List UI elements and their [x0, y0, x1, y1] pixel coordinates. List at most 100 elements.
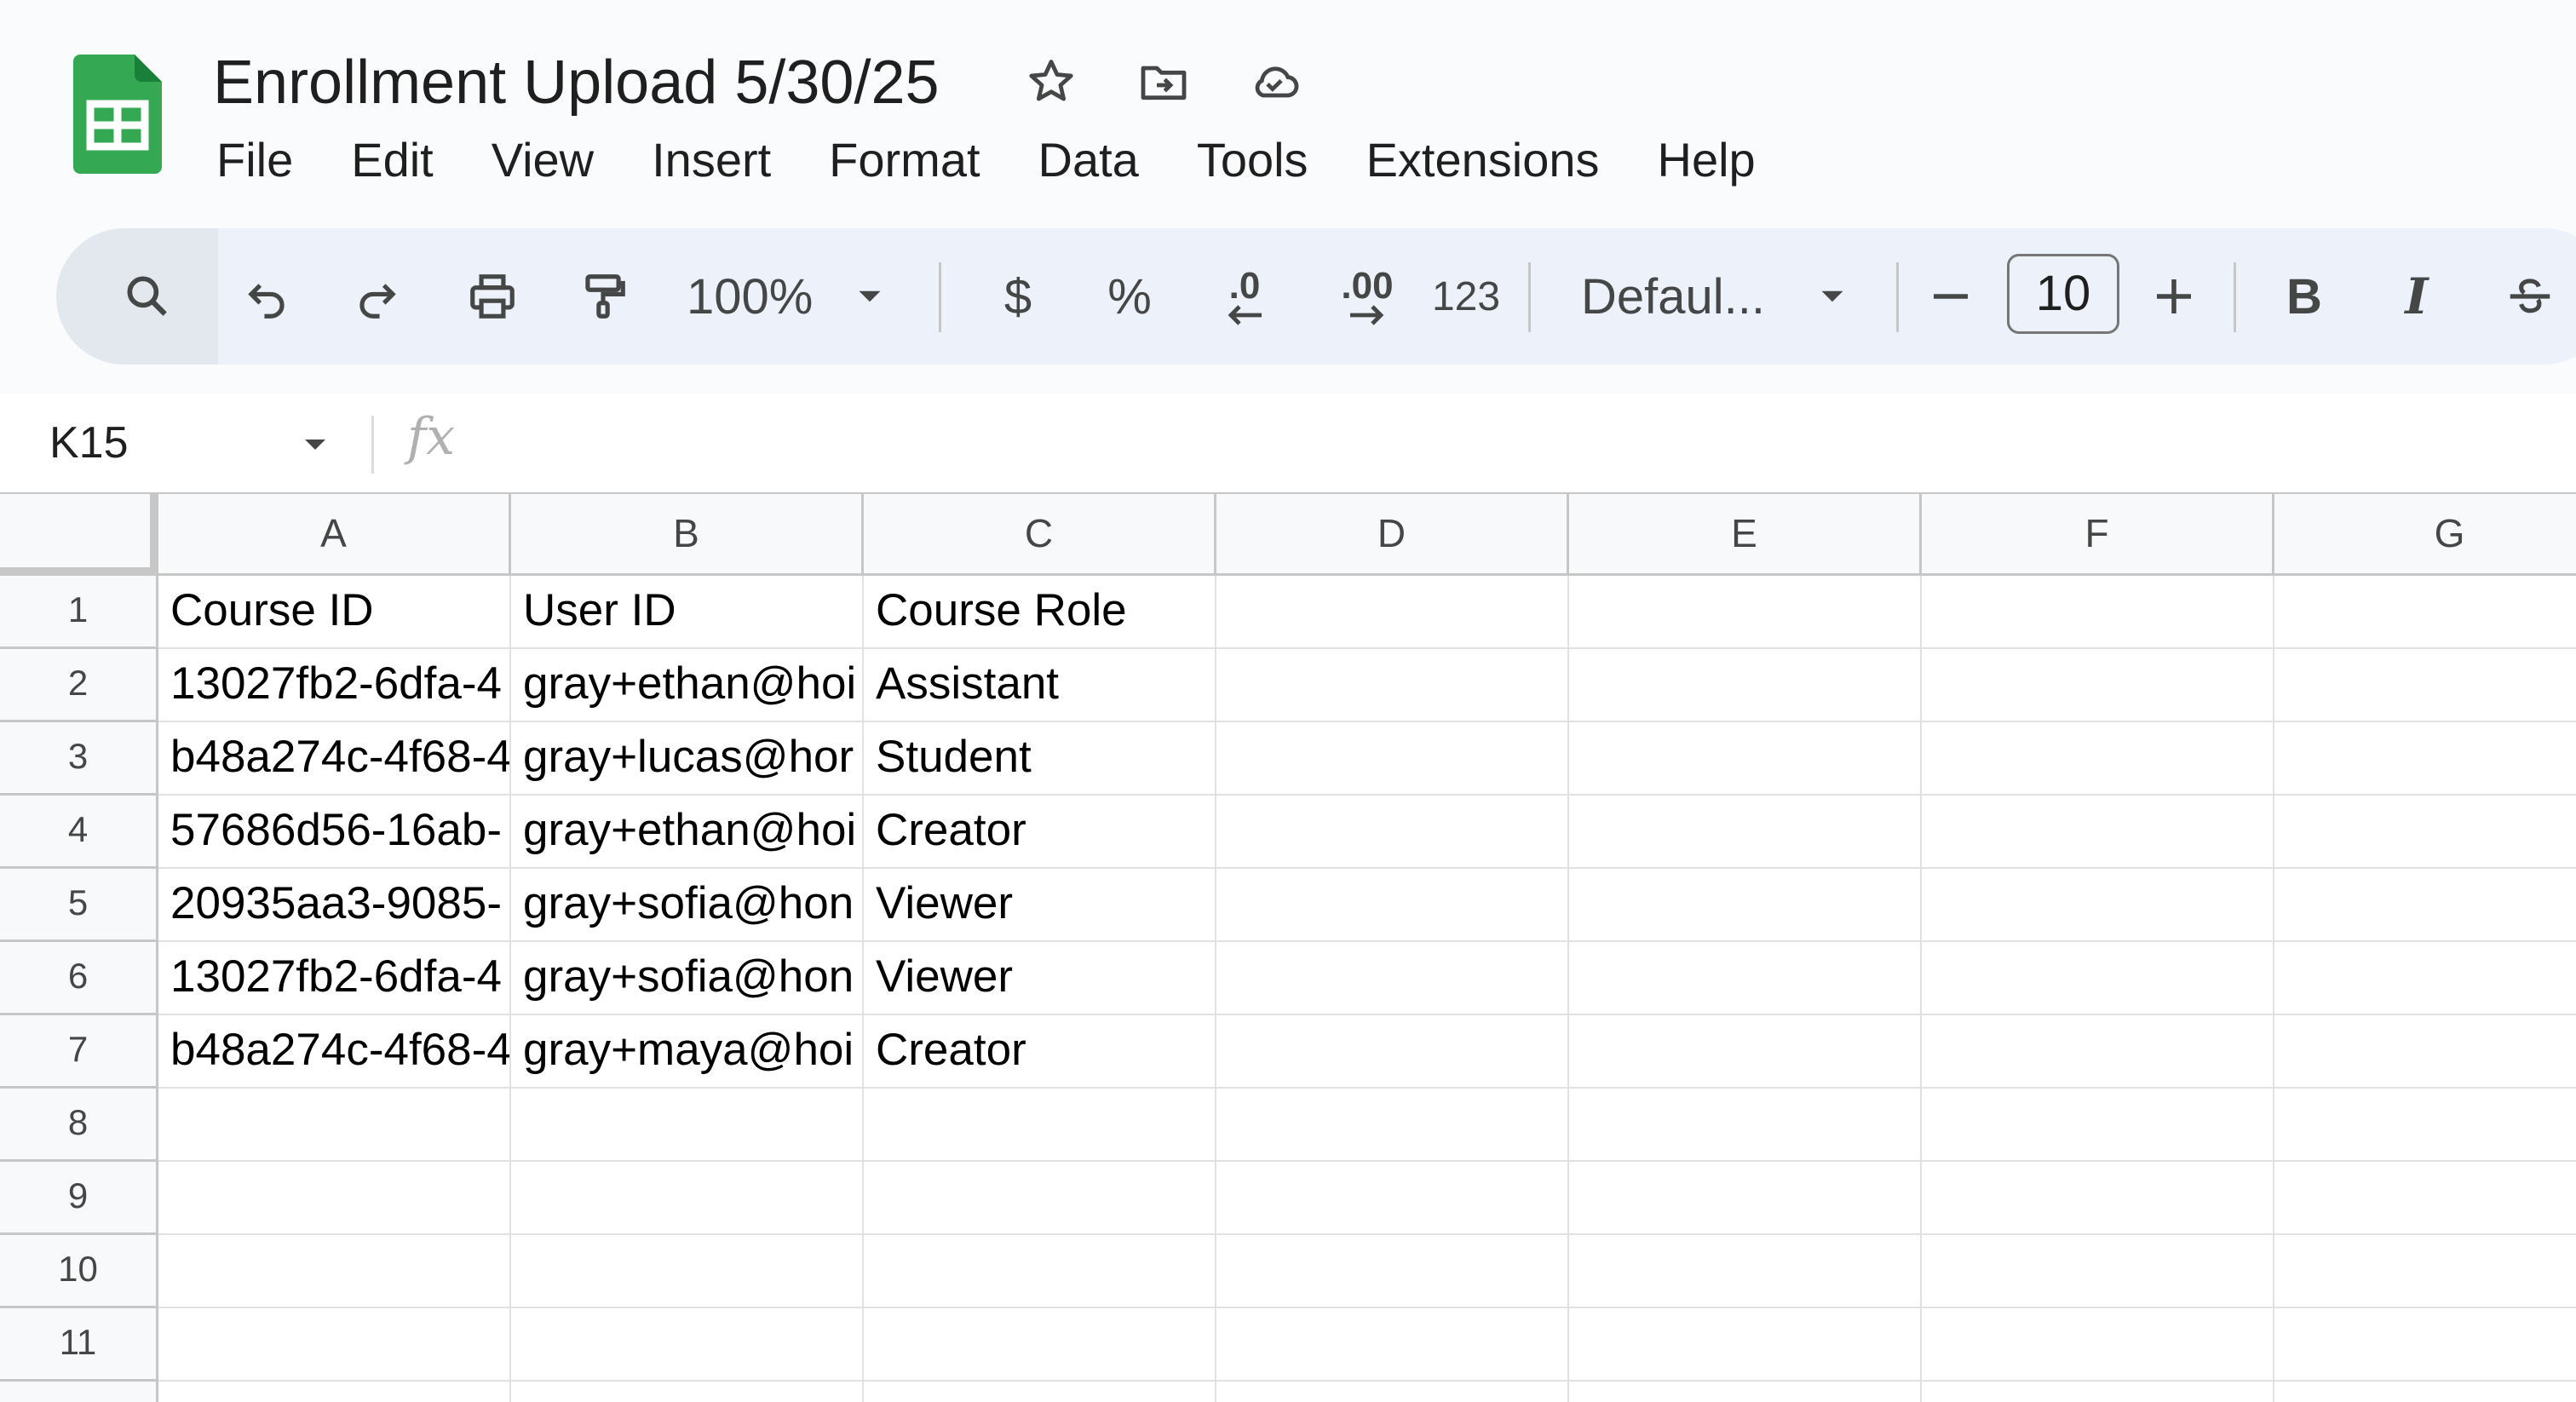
cell[interactable] — [1922, 942, 2274, 1015]
cell[interactable] — [511, 1089, 864, 1162]
cell[interactable] — [1569, 649, 1922, 722]
cell[interactable] — [1569, 1162, 1922, 1235]
cell[interactable] — [2274, 796, 2576, 869]
font-family-select[interactable]: Defaul... — [1581, 262, 1811, 330]
column-header-d[interactable]: D — [1216, 494, 1569, 576]
cell[interactable] — [158, 1308, 511, 1382]
cell[interactable] — [2274, 649, 2576, 722]
cell[interactable] — [864, 1089, 1216, 1162]
cell[interactable] — [158, 1382, 511, 1402]
cell[interactable] — [1216, 576, 1569, 649]
cell[interactable] — [1216, 649, 1569, 722]
redo-icon[interactable] — [348, 262, 407, 330]
decrease-font-size-icon[interactable] — [1925, 262, 1976, 330]
cell[interactable] — [1922, 1235, 2274, 1308]
row-header[interactable]: 9 — [0, 1162, 158, 1235]
cell[interactable] — [2274, 942, 2576, 1015]
italic-button[interactable]: I — [2387, 262, 2447, 330]
star-icon[interactable] — [1021, 51, 1082, 112]
cell[interactable] — [864, 1382, 1216, 1402]
move-folder-icon[interactable] — [1133, 51, 1194, 112]
menu-edit[interactable]: Edit — [351, 128, 434, 192]
format-percent-button[interactable]: % — [1095, 262, 1164, 330]
row-header[interactable]: 10 — [0, 1235, 158, 1308]
cell[interactable] — [1569, 1382, 1922, 1402]
select-all-corner[interactable] — [0, 494, 158, 576]
cell[interactable] — [2274, 1235, 2576, 1308]
cell[interactable] — [158, 1162, 511, 1235]
column-header-b[interactable]: B — [511, 494, 864, 576]
menu-insert[interactable]: Insert — [652, 128, 771, 192]
cell[interactable]: gray+sofia@hon — [511, 942, 864, 1015]
cell[interactable]: gray+maya@hoi — [511, 1015, 864, 1089]
cell[interactable]: gray+ethan@hoi — [511, 796, 864, 869]
cell[interactable] — [1569, 942, 1922, 1015]
menu-file[interactable]: File — [216, 128, 293, 192]
cell[interactable] — [1216, 796, 1569, 869]
cell[interactable] — [1922, 796, 2274, 869]
cell[interactable]: 20935aa3-9085- — [158, 869, 511, 942]
cell[interactable]: Course ID — [158, 576, 511, 649]
cell[interactable] — [1216, 869, 1569, 942]
row-header[interactable]: 5 — [0, 869, 158, 942]
menu-tools[interactable]: Tools — [1197, 128, 1308, 192]
row-header[interactable]: 1 — [0, 576, 158, 649]
cell[interactable] — [1569, 1089, 1922, 1162]
cell[interactable]: 13027fb2-6dfa-4 — [158, 649, 511, 722]
menu-help[interactable]: Help — [1658, 128, 1756, 192]
spreadsheet-grid[interactable]: A B C D E F G 1 Course ID User ID Course Role 2 1302… — [0, 494, 2576, 1402]
cell[interactable] — [1922, 1015, 2274, 1089]
print-icon[interactable] — [460, 262, 525, 330]
cell[interactable] — [2274, 1089, 2576, 1162]
cell[interactable] — [2274, 1382, 2576, 1402]
cell[interactable] — [511, 1382, 864, 1402]
zoom-dropdown-icon[interactable] — [848, 262, 891, 330]
row-header[interactable] — [0, 1382, 158, 1402]
row-header[interactable]: 8 — [0, 1089, 158, 1162]
cell[interactable] — [1922, 649, 2274, 722]
cell[interactable] — [1216, 1308, 1569, 1382]
cell[interactable] — [511, 1162, 864, 1235]
cell[interactable] — [158, 1235, 511, 1308]
font-dropdown-icon[interactable] — [1811, 262, 1854, 330]
row-header[interactable]: 11 — [0, 1308, 158, 1382]
cell[interactable]: gray+lucas@hor — [511, 722, 864, 796]
cell[interactable] — [2274, 869, 2576, 942]
cell[interactable]: b48a274c-4f68-4 — [158, 722, 511, 796]
column-header-a[interactable]: A — [158, 494, 511, 576]
decrease-decimal-button[interactable]: .0 — [1198, 262, 1291, 330]
row-header[interactable]: 4 — [0, 796, 158, 869]
cell[interactable] — [2274, 1015, 2576, 1089]
cell[interactable]: Student — [864, 722, 1216, 796]
cell[interactable]: Creator — [864, 796, 1216, 869]
row-header[interactable]: 7 — [0, 1015, 158, 1089]
cell[interactable]: b48a274c-4f68-4 — [158, 1015, 511, 1089]
cell[interactable] — [1922, 1162, 2274, 1235]
cloud-saved-icon[interactable] — [1244, 51, 1305, 112]
cell[interactable] — [864, 1162, 1216, 1235]
cell[interactable] — [864, 1235, 1216, 1308]
more-formats-button[interactable]: 123 — [1419, 262, 1513, 330]
menu-extensions[interactable]: Extensions — [1366, 128, 1600, 192]
row-header[interactable]: 3 — [0, 722, 158, 796]
bold-button[interactable]: B — [2274, 262, 2334, 330]
strikethrough-icon[interactable] — [2498, 262, 2562, 330]
cell[interactable] — [1216, 722, 1569, 796]
cell[interactable] — [1922, 1382, 2274, 1402]
cell[interactable] — [1922, 869, 2274, 942]
paint-format-icon[interactable] — [571, 262, 635, 330]
cell[interactable]: Assistant — [864, 649, 1216, 722]
cell[interactable]: gray+ethan@hoi — [511, 649, 864, 722]
cell[interactable] — [1569, 1235, 1922, 1308]
cell[interactable]: User ID — [511, 576, 864, 649]
cell[interactable] — [864, 1308, 1216, 1382]
sheets-logo-icon[interactable] — [73, 55, 162, 174]
increase-decimal-button[interactable]: .00 — [1312, 262, 1423, 330]
cell[interactable] — [511, 1235, 864, 1308]
cell[interactable] — [158, 1089, 511, 1162]
cell[interactable] — [1216, 942, 1569, 1015]
name-box-dropdown-icon[interactable] — [295, 424, 336, 465]
column-header-e[interactable]: E — [1569, 494, 1922, 576]
cell[interactable] — [2274, 1162, 2576, 1235]
cell[interactable]: 13027fb2-6dfa-4 — [158, 942, 511, 1015]
